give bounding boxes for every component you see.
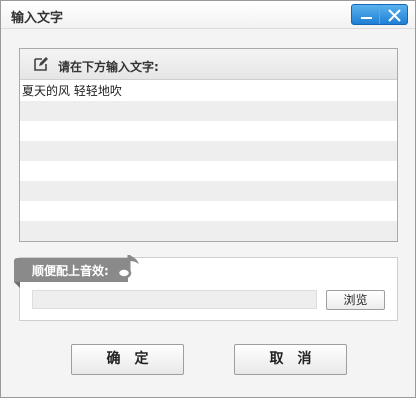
sound-effect-tag: 顺便配上音效: — [14, 258, 128, 282]
browse-button[interactable]: 浏览 — [326, 290, 385, 310]
cancel-button[interactable]: 取消 — [234, 344, 347, 375]
text-input-panel: 请在下方输入文字: 夏天的风 轻轻地吹 — [19, 48, 398, 242]
close-button[interactable] — [379, 5, 407, 24]
window-controls — [351, 4, 408, 25]
text-input-area[interactable]: 夏天的风 轻轻地吹 — [20, 81, 397, 241]
close-icon — [388, 9, 401, 22]
sound-effect-label: 顺便配上音效: — [32, 264, 109, 278]
edit-icon — [34, 57, 48, 71]
text-input-label: 请在下方输入文字: — [58, 60, 159, 74]
title-bar[interactable]: 输入文字 — [1, 1, 415, 29]
minimize-icon — [361, 17, 372, 19]
minimize-button[interactable] — [352, 5, 379, 24]
input-text-dialog: 输入文字 请在下方输入文字: 夏天的风 轻轻地吹 浏览 顺便配上音效: 确定 取… — [0, 0, 416, 398]
window-title: 输入文字 — [11, 11, 64, 26]
confirm-button[interactable]: 确定 — [71, 344, 184, 375]
tag-fold — [14, 282, 20, 288]
text-input-header: 请在下方输入文字: — [20, 49, 397, 80]
sound-file-path-input[interactable] — [32, 290, 317, 309]
music-note-icon — [116, 255, 139, 279]
